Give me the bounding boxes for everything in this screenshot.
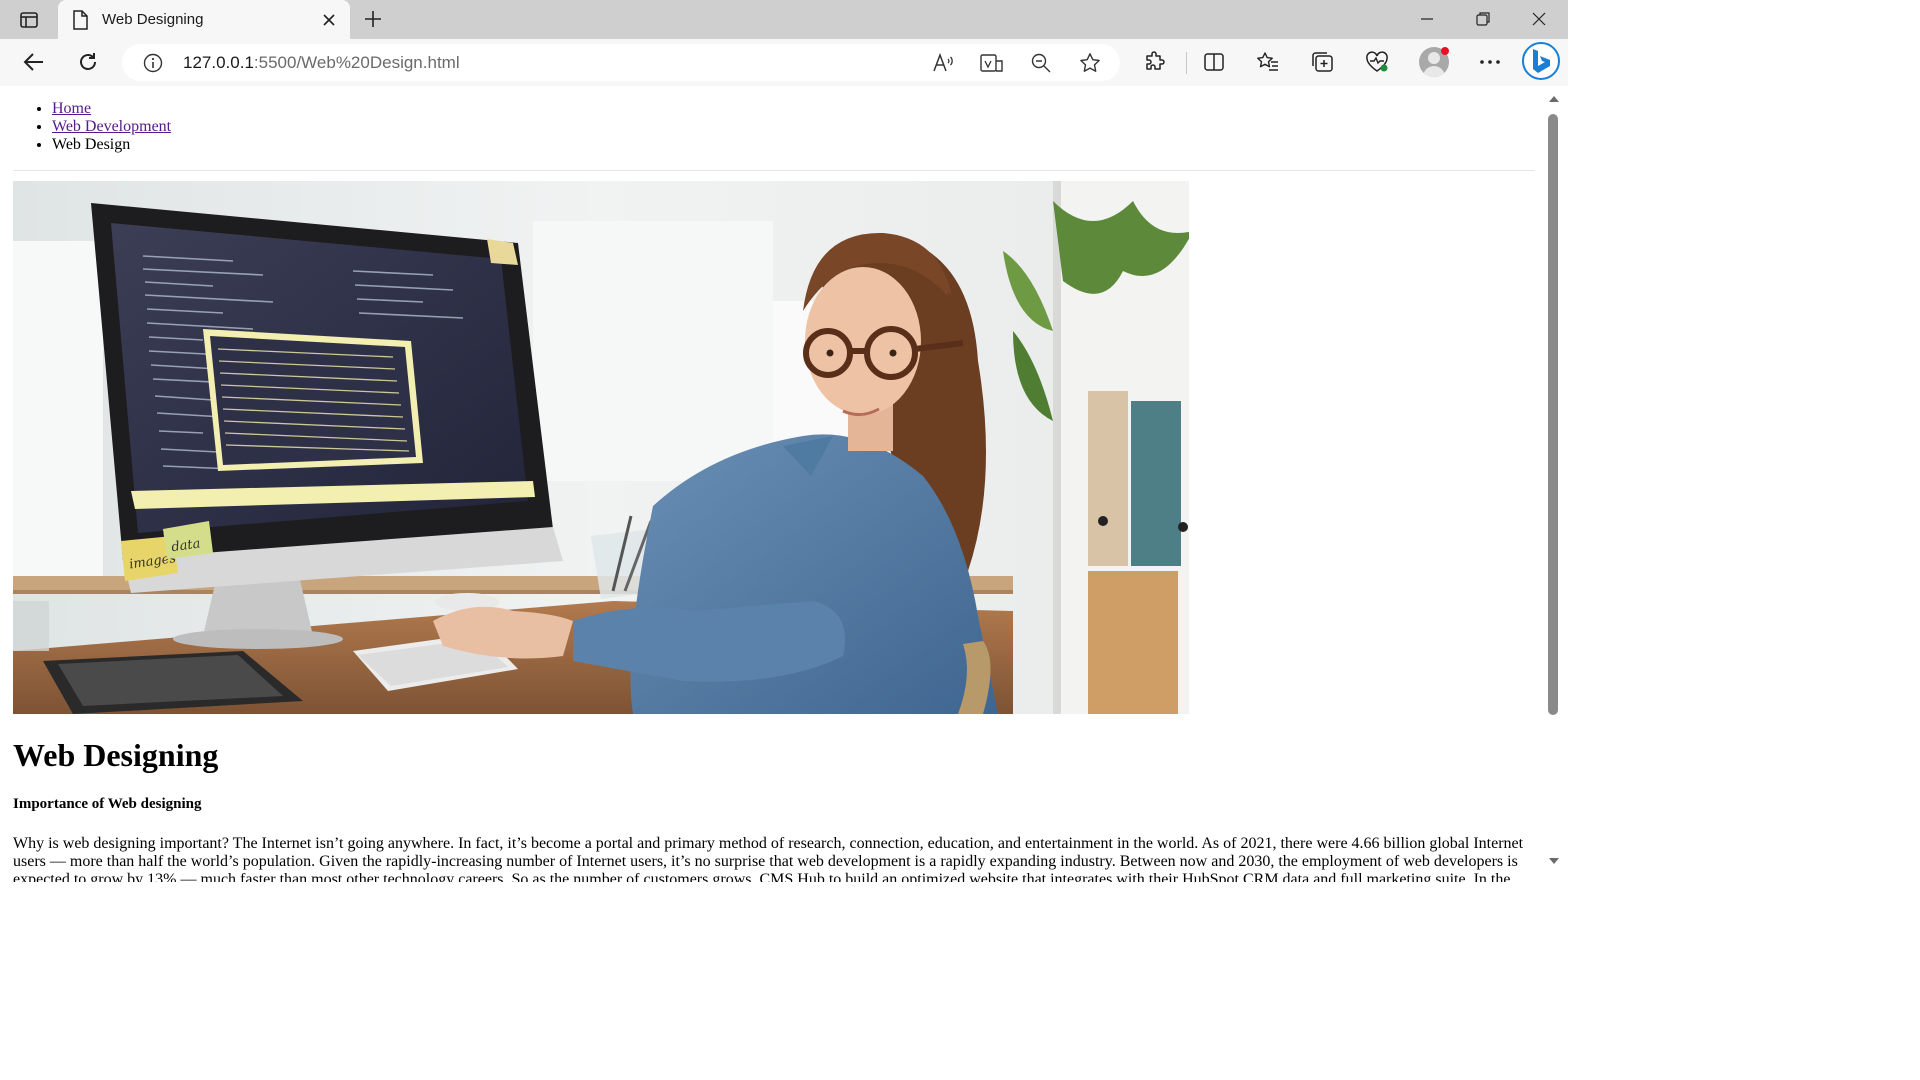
favorites-icon[interactable] <box>1250 45 1286 79</box>
split-screen-icon[interactable] <box>1196 45 1232 79</box>
active-tab[interactable]: Web Designing <box>58 0 350 39</box>
new-tab-icon[interactable] <box>358 4 388 34</box>
scroll-down-arrow-icon[interactable] <box>1548 856 1560 866</box>
current-page-label: Web Design <box>52 136 131 153</box>
restore-icon[interactable] <box>1460 4 1506 34</box>
intro-paragraph: Why is web designing important? The Inte… <box>13 835 1524 882</box>
bing-copilot-icon[interactable] <box>1522 42 1560 80</box>
toolbar-divider <box>1186 52 1187 74</box>
section-subheading: Importance of Web designing <box>13 796 202 812</box>
breadcrumb-item-web-design: Web Design <box>52 136 171 154</box>
breadcrumb: Home Web Development Web Design <box>5 100 171 154</box>
breadcrumb-item-home: Home <box>52 100 171 118</box>
scroll-up-arrow-icon[interactable] <box>1548 94 1560 104</box>
tab-strip: Web Designing <box>0 0 1568 39</box>
page-icon <box>72 9 90 30</box>
site-info-icon[interactable] <box>142 52 164 74</box>
hero-image: images data <box>13 181 1189 714</box>
horizontal-rule <box>13 170 1535 171</box>
read-aloud-icon[interactable] <box>930 50 956 76</box>
favorite-star-icon[interactable] <box>1077 50 1103 76</box>
url-host: 127.0.0.1 <box>183 53 254 72</box>
tab-title: Web Designing <box>102 11 204 28</box>
refresh-icon[interactable] <box>70 45 106 79</box>
vertical-scrollbar[interactable] <box>1538 86 1568 882</box>
minimize-icon[interactable] <box>1404 4 1450 34</box>
breadcrumb-item-web-development: Web Development <box>52 118 171 136</box>
immersive-reader-icon[interactable] <box>979 50 1005 76</box>
extensions-icon[interactable] <box>1137 45 1173 79</box>
web-development-link[interactable]: Web Development <box>52 118 171 135</box>
scrollbar-thumb[interactable] <box>1548 114 1558 715</box>
url-text[interactable]: 127.0.0.1:5500/Web%20Design.html <box>183 53 460 73</box>
collections-icon[interactable] <box>1305 45 1341 79</box>
back-icon[interactable] <box>16 45 52 79</box>
page-viewport: Home Web Development Web Design <box>5 86 1538 882</box>
home-link[interactable]: Home <box>52 100 91 117</box>
more-options-icon[interactable] <box>1472 45 1508 79</box>
tab-actions-menu-icon[interactable] <box>12 6 46 34</box>
profile-notification-badge <box>1441 47 1449 55</box>
address-bar[interactable]: 127.0.0.1:5500/Web%20Design.html <box>122 44 1120 81</box>
close-window-icon[interactable] <box>1516 4 1562 34</box>
browser-toolbar: 127.0.0.1:5500/Web%20Design.html <box>0 39 1568 86</box>
page-heading: Web Designing <box>13 737 219 773</box>
close-tab-icon[interactable] <box>316 7 342 33</box>
browser-essentials-icon[interactable] <box>1359 45 1395 79</box>
zoom-out-icon[interactable] <box>1028 50 1054 76</box>
url-path: :5500/Web%20Design.html <box>253 53 460 72</box>
